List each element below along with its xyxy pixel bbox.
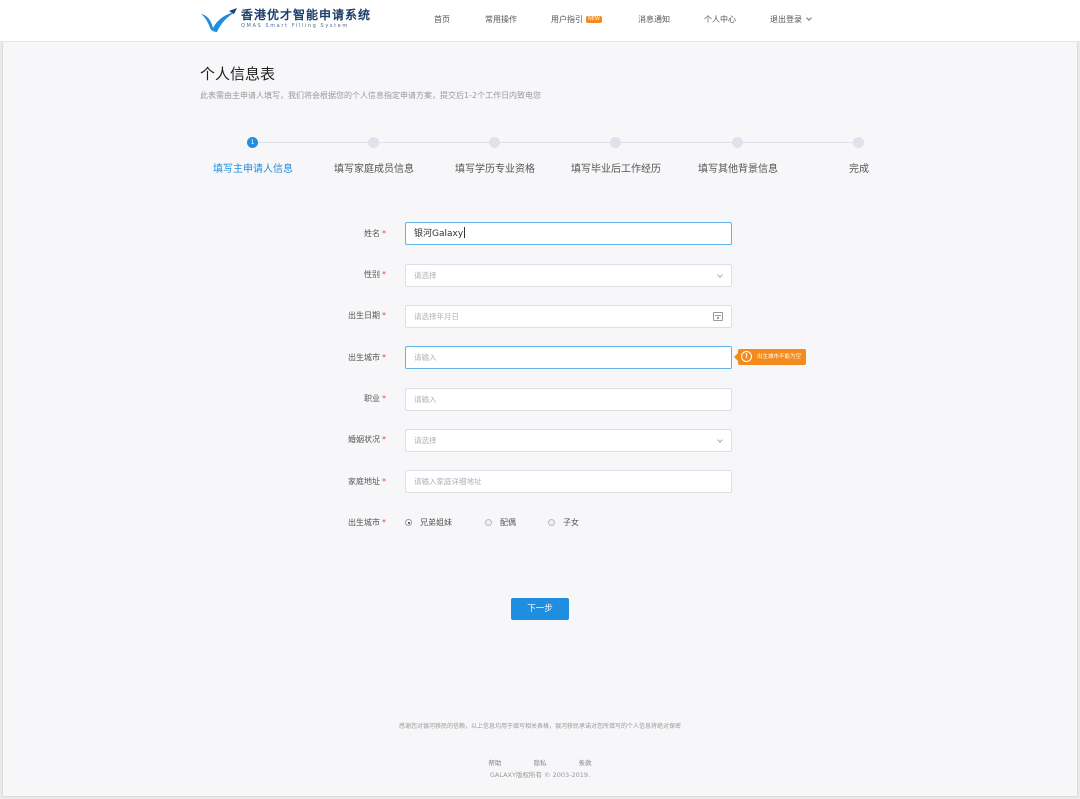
birth-city-error-text: 出生城市不能为空 [757, 354, 802, 360]
marital-status-select[interactable]: 请选择 [405, 429, 732, 452]
step-track-line [258, 142, 853, 143]
nav-user-guide[interactable]: 用户指引 NEW [551, 14, 602, 26]
radio-circle-selected [405, 519, 412, 526]
required-mark: * [382, 229, 386, 238]
page-title: 个人信息表 [200, 65, 276, 83]
occupation-label: 职业 * [266, 388, 386, 410]
marital-status-placeholder: 请选择 [414, 436, 437, 445]
required-mark: * [382, 270, 386, 279]
required-mark: * [382, 477, 386, 486]
required-mark: * [382, 353, 386, 362]
step-dot-6 [853, 137, 864, 148]
name-input[interactable]: 银河Galaxy [405, 222, 732, 245]
required-mark: * [382, 394, 386, 403]
step-label-4: 填写毕业后工作经历 [571, 164, 661, 175]
footer-link-terms[interactable]: 条款 [579, 759, 592, 767]
gender-label-text: 性别 [364, 270, 380, 279]
step-label-1: 填写主申请人信息 [213, 164, 293, 175]
birth-city-error-tooltip: ! 出生城市不能为空 [733, 349, 807, 365]
home-address-input[interactable]: 请输入家庭详细地址 [405, 470, 732, 493]
birth-city-label: 出生城市 * [266, 347, 386, 369]
relation-label-text: 出生城市 [348, 518, 380, 527]
required-mark: * [382, 518, 386, 527]
footer-link-privacy[interactable]: 隐私 [534, 759, 547, 767]
name-input-value: 银河Galaxy [414, 229, 464, 239]
privacy-note: 感谢您对银河移民的信赖，以上信息均用于填写相关表格，银河移民承诺对您所填写的个人… [398, 723, 681, 730]
nav-personal-center[interactable]: 个人中心 [704, 14, 736, 26]
required-mark: * [382, 435, 386, 444]
required-mark: * [382, 311, 386, 320]
step-label-2: 填写家庭成员信息 [334, 164, 414, 175]
new-badge: NEW [586, 16, 602, 23]
chevron-down-icon [806, 15, 812, 21]
radio-spouse[interactable]: 配偶 [485, 514, 516, 532]
occupation-placeholder: 请输入 [414, 395, 437, 404]
name-label-text: 姓名 [364, 229, 380, 238]
radio-children[interactable]: 子女 [548, 514, 579, 532]
main-nav: 首页 常用操作 用户指引 NEW 消息通知 个人中心 退出登录 [0, 14, 1080, 28]
birth-date-label-text: 出生日期 [348, 311, 380, 320]
step-label-3: 填写学历专业资格 [455, 164, 535, 175]
birth-date-label: 出生日期 * [266, 305, 386, 327]
radio-siblings-label: 兄弟姐妹 [420, 518, 452, 527]
radio-siblings[interactable]: 兄弟姐妹 [405, 514, 452, 532]
birth-city-label-text: 出生城市 [348, 353, 380, 362]
text-caret [464, 227, 466, 238]
chevron-down-icon [717, 272, 723, 278]
occupation-label-text: 职业 [364, 394, 380, 403]
step-label-6: 完成 [849, 164, 869, 175]
step-dot-5 [732, 137, 743, 148]
home-address-label-text: 家庭地址 [348, 477, 380, 486]
nav-logout[interactable]: 退出登录 [770, 14, 812, 26]
nav-home[interactable]: 首页 [434, 14, 450, 26]
birth-city-placeholder: 请输入 [414, 353, 437, 362]
radio-children-label: 子女 [563, 518, 579, 527]
radio-circle [548, 519, 555, 526]
birth-date-placeholder: 请选择年月日 [414, 312, 459, 321]
gender-label: 性别 * [266, 264, 386, 286]
birth-city-input[interactable]: 请输入 [405, 346, 732, 369]
warning-icon: ! [741, 351, 752, 362]
step-dot-3 [489, 137, 500, 148]
home-address-placeholder: 请输入家庭详细地址 [414, 477, 482, 486]
page-subtitle: 此表需由主申请人填写，我们将会根据您的个人信息指定申请方案，提交后1-2个工作日… [200, 91, 542, 100]
gender-select[interactable]: 请选择 [405, 264, 732, 287]
name-label: 姓名 * [266, 223, 386, 245]
marital-status-label-text: 婚姻状况 [348, 435, 380, 444]
home-address-label: 家庭地址 * [266, 471, 386, 493]
occupation-input[interactable]: 请输入 [405, 388, 732, 411]
step-label-5: 填写其他背景信息 [698, 164, 778, 175]
gender-placeholder: 请选择 [414, 271, 437, 280]
footer-links: 帮助 隐私 条款 [0, 757, 1080, 767]
chevron-down-icon [717, 437, 723, 443]
nav-user-guide-label: 用户指引 [551, 15, 583, 24]
next-step-button[interactable]: 下一步 [511, 598, 569, 620]
calendar-icon [713, 312, 723, 321]
birth-date-picker[interactable]: 请选择年月日 [405, 305, 732, 328]
relation-label: 出生城市 * [266, 512, 386, 534]
copyright: GALAXY版权所有 © 2003-2019. [489, 771, 591, 779]
top-header: 香港优才智能申请系统 QMAS Smart Filling System 首页 … [0, 0, 1080, 42]
step-dot-2 [368, 137, 379, 148]
nav-common-actions[interactable]: 常用操作 [485, 14, 517, 26]
radio-spouse-label: 配偶 [500, 518, 516, 527]
step-dot-4 [610, 137, 621, 148]
nav-messages[interactable]: 消息通知 [638, 14, 670, 26]
footer-link-help[interactable]: 帮助 [488, 759, 501, 767]
nav-logout-label: 退出登录 [770, 15, 802, 24]
radio-circle [485, 519, 492, 526]
step-dot-1: 1 [247, 137, 258, 148]
marital-status-label: 婚姻状况 * [266, 429, 386, 451]
